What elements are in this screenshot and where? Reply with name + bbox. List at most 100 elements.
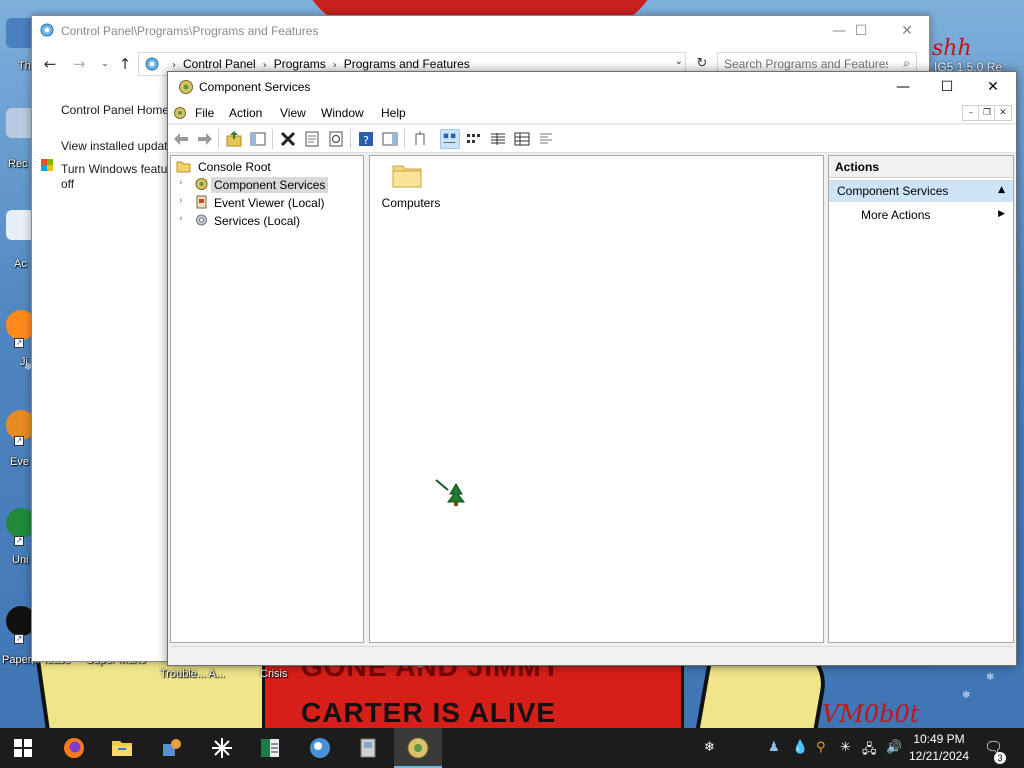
taskbar-spreadsheet[interactable] — [246, 728, 294, 768]
asterisk-icon — [212, 738, 232, 758]
desktop-icon-label: Eve — [10, 456, 29, 468]
menu-file[interactable]: File — [195, 106, 214, 120]
mmc-system-menu-icon[interactable] — [173, 106, 187, 120]
close-button[interactable]: ✕ — [970, 72, 1016, 102]
firefox-icon — [64, 738, 84, 758]
show-hide-console-tree-icon[interactable] — [248, 129, 268, 149]
collapse-caret-icon[interactable]: ▲ — [998, 185, 1005, 195]
clock-time[interactable]: 10:49 PM — [912, 732, 966, 746]
globe-icon — [310, 738, 330, 758]
breadcrumb-programs-and-features[interactable]: Programs and Features — [344, 57, 470, 71]
start-button[interactable] — [0, 728, 48, 768]
shortcut-arrow-icon: ↗ — [14, 338, 24, 348]
menu-help[interactable]: Help — [381, 106, 406, 120]
wallpaper-signature: VM0b0t — [822, 700, 920, 728]
results-pane: Computers — [369, 155, 824, 643]
menu-bar: File Action View Window Help – ❐ ✕ — [168, 102, 1016, 124]
list-view-icon[interactable] — [488, 129, 508, 149]
actions-section-component-services[interactable]: Component Services ▲ — [829, 180, 1013, 202]
christmas-tree-cursor-icon — [435, 479, 465, 506]
taskbar-file-explorer[interactable] — [98, 728, 146, 768]
water-drop-icon[interactable]: 💧 — [792, 740, 808, 755]
desktop-icon-label: Uni — [12, 554, 29, 566]
taskbar-globe-app[interactable] — [296, 728, 344, 768]
snowflake-tray-icon[interactable]: ✳ — [840, 740, 851, 755]
window-title: Component Services — [199, 80, 311, 94]
expand-chevron-icon[interactable]: › — [179, 214, 183, 224]
taskbar-component-services[interactable] — [394, 728, 442, 768]
close-button[interactable]: ✕ — [884, 16, 930, 46]
forward-arrow-icon[interactable]: → — [68, 53, 90, 75]
view-installed-updates-link[interactable]: View installed updates — [61, 139, 172, 153]
expand-chevron-icon[interactable]: › — [179, 178, 183, 188]
control-panel-icon — [145, 57, 159, 71]
maximize-button[interactable]: ☐ — [924, 72, 970, 102]
control-panel-icon — [40, 23, 54, 37]
forward-arrow-icon[interactable] — [194, 129, 214, 149]
chevron-down-icon[interactable]: ⌄ — [675, 56, 683, 67]
properties-icon[interactable] — [302, 129, 322, 149]
refresh-icon[interactable] — [326, 129, 346, 149]
component-services-icon — [179, 80, 193, 94]
snowflake-tray-icon[interactable]: ❄ — [704, 740, 715, 755]
recent-locations-chevron-icon[interactable]: ⌄ — [94, 53, 116, 75]
chevron-right-icon[interactable]: › — [333, 60, 337, 71]
menu-view[interactable]: View — [280, 106, 306, 120]
search-input[interactable] — [724, 56, 888, 72]
desktop-icon-label: Ac — [14, 258, 27, 270]
menu-window[interactable]: Window — [321, 106, 364, 120]
delete-icon[interactable] — [278, 129, 298, 149]
more-actions-item[interactable]: More Actions ▶ — [829, 204, 1013, 226]
breadcrumb: › Control Panel › Programs › Programs and Fea… — [165, 57, 470, 71]
window-titlebar[interactable]: Component Services — ☐ ✕ — [168, 72, 1016, 102]
search-icon[interactable]: ⌕ — [903, 56, 910, 71]
wallpaper-scrawl: shh — [932, 36, 972, 61]
expand-chevron-icon[interactable]: › — [179, 196, 183, 206]
menu-action[interactable]: Action — [229, 106, 262, 120]
breadcrumb-control-panel[interactable]: Control Panel — [183, 57, 256, 71]
taskbar-snowflake-app[interactable] — [198, 728, 246, 768]
taskbar-firefox[interactable] — [50, 728, 98, 768]
window-titlebar[interactable]: Control Panel\Programs\Programs and Feat… — [32, 16, 929, 47]
event-viewer-icon — [196, 195, 207, 209]
computers-folder-item[interactable]: Computers — [376, 160, 446, 212]
turn-windows-features-link-line-2[interactable]: off — [61, 177, 172, 191]
folder-icon — [176, 161, 191, 173]
large-icons-view-icon[interactable] — [440, 129, 460, 149]
stop-distributed-transaction-icon[interactable] — [410, 129, 430, 149]
shield-icon — [41, 159, 53, 171]
wallpaper-sign-line-2: CARTER IS ALIVE — [301, 697, 557, 728]
back-arrow-icon[interactable]: ← — [39, 53, 61, 75]
network-icon[interactable]: 🖧 — [862, 740, 877, 762]
tree-item-label: Component Services — [211, 177, 329, 193]
people-icon[interactable]: ♟ — [768, 740, 780, 755]
speaker-icon[interactable]: 🔊 — [886, 740, 902, 755]
show-hide-action-pane-icon[interactable] — [380, 129, 400, 149]
chevron-right-icon[interactable]: › — [263, 60, 267, 71]
control-panel-home-link[interactable]: Control Panel Home — [61, 103, 172, 117]
turn-windows-features-link[interactable]: Turn Windows features on or — [61, 162, 172, 176]
toolbar-divider — [350, 129, 351, 149]
taskbar-installer[interactable] — [344, 728, 392, 768]
control-panel-left-pane: Control Panel Home View installed update… — [32, 78, 172, 662]
small-icons-view-icon[interactable] — [464, 129, 484, 149]
mdi-close-button[interactable]: ✕ — [994, 105, 1012, 121]
maximize-button[interactable]: ☐ — [838, 16, 884, 46]
breadcrumb-programs[interactable]: Programs — [274, 57, 326, 71]
desktop-icon-label: Crisis — [260, 668, 288, 680]
back-arrow-icon[interactable] — [172, 129, 192, 149]
minimize-button[interactable]: — — [880, 72, 926, 102]
search-tray-icon[interactable]: ⚲ — [816, 740, 826, 755]
taskbar: ❄ ♟ 💧 ⚲ ✳ 🖧 🔊 10:49 PM 12/21/2024 🗨 3 — [0, 728, 1024, 768]
spreadsheet-icon — [261, 739, 279, 757]
taskbar-app-tools[interactable] — [148, 728, 196, 768]
windows-logo-icon — [14, 739, 32, 757]
component-services-icon — [407, 737, 429, 759]
help-icon[interactable]: ? — [356, 129, 376, 149]
up-one-level-icon[interactable] — [224, 129, 244, 149]
status-view-icon[interactable] — [536, 129, 556, 149]
up-arrow-icon[interactable]: ↑ — [114, 53, 136, 75]
detail-view-icon[interactable] — [512, 129, 532, 149]
snowflake-icon: ❄ — [986, 672, 995, 683]
clock-date[interactable]: 12/21/2024 — [908, 749, 970, 763]
